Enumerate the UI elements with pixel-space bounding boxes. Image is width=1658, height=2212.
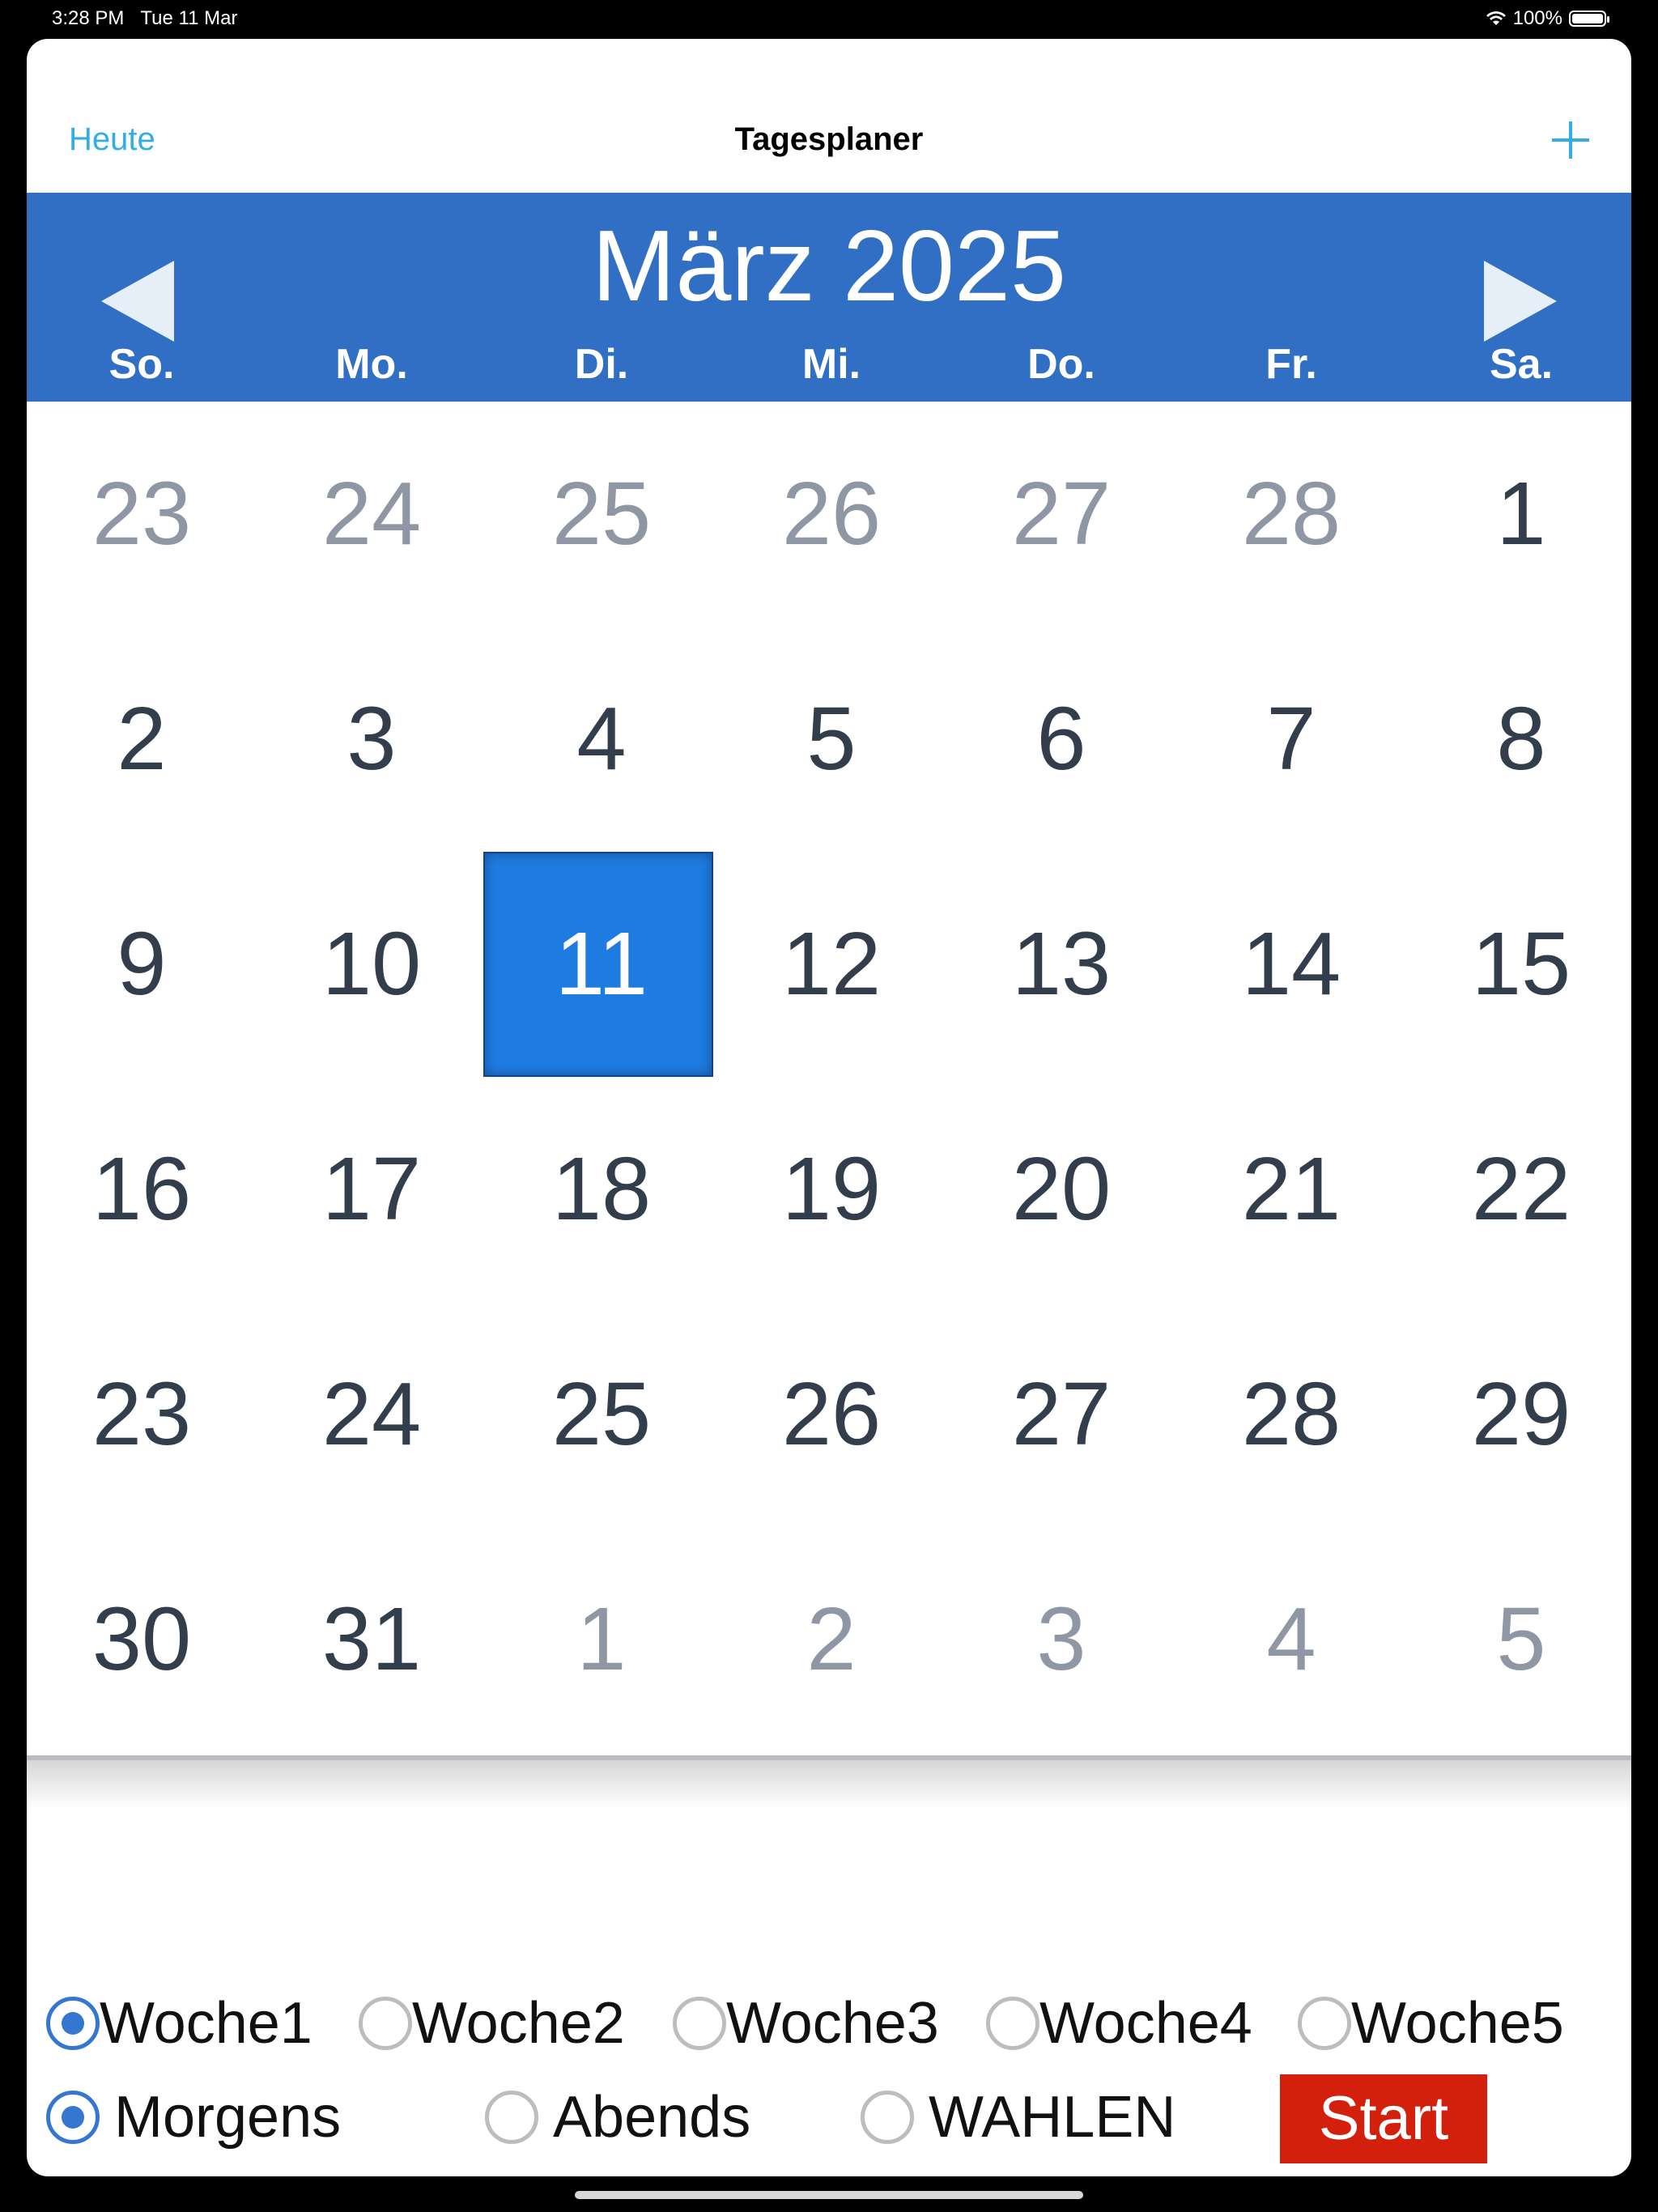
calendar-day-other-month[interactable]: 2 bbox=[716, 1527, 946, 1752]
radio-button[interactable] bbox=[1298, 1997, 1351, 2050]
weekday-label: Di. bbox=[574, 341, 629, 388]
battery-icon bbox=[1569, 11, 1609, 27]
calendar-day[interactable]: 10 bbox=[257, 852, 487, 1077]
status-right: 100% bbox=[1486, 7, 1609, 30]
calendar-day-other-month[interactable]: 1 bbox=[487, 1527, 716, 1752]
week-option-2[interactable]: Woche2 bbox=[359, 1990, 625, 2057]
calendar-day[interactable]: 9 bbox=[27, 852, 257, 1077]
status-date-text: Tue 11 Mar bbox=[140, 7, 238, 29]
radio-button[interactable] bbox=[986, 1997, 1039, 2050]
week-option-5[interactable]: Woche5 bbox=[1298, 1990, 1564, 2057]
calendar-day[interactable]: 8 bbox=[1406, 627, 1631, 852]
status-bar: 3:28 PM Tue 11 Mar 100% bbox=[0, 0, 1658, 39]
calendar-day[interactable]: 5 bbox=[716, 627, 946, 852]
calendar-day[interactable]: 15 bbox=[1406, 852, 1631, 1077]
week-option-label: Woche3 bbox=[726, 1991, 939, 2056]
calendar-day[interactable]: 12 bbox=[716, 852, 946, 1077]
radio-button[interactable] bbox=[673, 1997, 726, 2050]
calendar-day[interactable]: 22 bbox=[1406, 1077, 1631, 1302]
calendar-day[interactable]: 18 bbox=[487, 1077, 716, 1302]
calendar-day[interactable]: 31 bbox=[257, 1527, 487, 1752]
weekday-label: Sa. bbox=[1489, 341, 1554, 388]
calendar-day[interactable]: 16 bbox=[27, 1077, 257, 1302]
next-month-icon[interactable] bbox=[1484, 261, 1557, 342]
weekday-label: Mi. bbox=[801, 341, 861, 388]
time-option-label: Abends bbox=[553, 2085, 751, 2150]
calendar-day[interactable]: 14 bbox=[1176, 852, 1406, 1077]
week-option-label: Woche2 bbox=[412, 1991, 625, 2056]
calendar-day[interactable]: 21 bbox=[1176, 1077, 1406, 1302]
calendar-day[interactable]: 27 bbox=[946, 1302, 1176, 1527]
battery-percent: 100% bbox=[1512, 7, 1562, 29]
weekday-label: Do. bbox=[1027, 341, 1095, 388]
page-title: Tagesplaner bbox=[734, 121, 924, 157]
calendar-day[interactable]: 6 bbox=[946, 627, 1176, 852]
calendar-day[interactable]: 28 bbox=[1176, 1302, 1406, 1527]
calendar-day[interactable]: 7 bbox=[1176, 627, 1406, 852]
calendar-day-other-month[interactable]: 4 bbox=[1176, 1527, 1406, 1752]
time-option-wahlen[interactable]: WAHLEN bbox=[861, 2084, 1175, 2150]
calendar-day[interactable]: 3 bbox=[257, 627, 487, 852]
calendar-day[interactable]: 23 bbox=[27, 1302, 257, 1527]
week-option-label: Woche4 bbox=[1039, 1991, 1252, 2056]
time-option-label: WAHLEN bbox=[929, 2085, 1176, 2150]
radio-button[interactable] bbox=[359, 1997, 412, 2050]
calendar-grid: 23 24 25 26 27 28 1 2 3 4 5 6 7 8 9 10 11 12 13 14 15 16 17 18 1… bbox=[27, 402, 1631, 1794]
radio-button[interactable] bbox=[861, 2091, 914, 2144]
plus-icon[interactable] bbox=[1552, 121, 1589, 159]
calendar-day[interactable]: 4 bbox=[487, 627, 716, 852]
weekday-label: So. bbox=[108, 341, 175, 388]
calendar-day[interactable]: 2 bbox=[27, 627, 257, 852]
calendar-day[interactable]: 17 bbox=[257, 1077, 487, 1302]
time-option-morgens[interactable]: Morgens bbox=[46, 2084, 341, 2150]
time-option-label: Morgens bbox=[114, 2085, 342, 2150]
calendar-day[interactable]: 13 bbox=[946, 852, 1176, 1077]
home-indicator bbox=[575, 2191, 1083, 2199]
calendar-day[interactable]: 25 bbox=[487, 1302, 716, 1527]
planner-sheet: Heute Tagesplaner März 2025 So. Mo. Di. Mi.… bbox=[27, 39, 1631, 2176]
calendar-day-other-month[interactable]: 24 bbox=[257, 402, 487, 627]
start-button[interactable]: Start bbox=[1280, 2074, 1487, 2163]
navigation-bar: Heute Tagesplaner bbox=[27, 39, 1631, 193]
calendar-day[interactable]: 24 bbox=[257, 1302, 487, 1527]
calendar-day[interactable]: 30 bbox=[27, 1527, 257, 1752]
week-option-label: Woche5 bbox=[1351, 1991, 1564, 2056]
weekday-label: Mo. bbox=[335, 341, 408, 388]
calendar-day[interactable]: 20 bbox=[946, 1077, 1176, 1302]
radio-button[interactable] bbox=[485, 2091, 538, 2144]
status-time: 3:28 PM Tue 11 Mar bbox=[52, 7, 237, 30]
calendar-day-other-month[interactable]: 26 bbox=[716, 402, 946, 627]
calendar-day[interactable]: 29 bbox=[1406, 1302, 1631, 1527]
calendar-day[interactable]: 26 bbox=[716, 1302, 946, 1527]
month-title: März 2025 bbox=[592, 211, 1066, 322]
calendar-header: März 2025 So. Mo. Di. Mi. Do. Fr. Sa. bbox=[27, 193, 1631, 402]
calendar-day-other-month[interactable]: 5 bbox=[1406, 1527, 1631, 1752]
weekday-label: Fr. bbox=[1265, 341, 1317, 388]
calendar-day-other-month[interactable]: 25 bbox=[487, 402, 716, 627]
time-option-abends[interactable]: Abends bbox=[485, 2084, 750, 2150]
status-time-text: 3:28 PM bbox=[52, 7, 125, 29]
weekday-header: So. Mo. Di. Mi. Do. Fr. Sa. bbox=[27, 340, 1631, 389]
calendar-day-other-month[interactable]: 27 bbox=[946, 402, 1176, 627]
wifi-icon bbox=[1486, 11, 1506, 25]
calendar-day[interactable]: 19 bbox=[716, 1077, 946, 1302]
week-option-3[interactable]: Woche3 bbox=[673, 1990, 939, 2057]
grid-shadow bbox=[27, 1760, 1631, 1809]
calendar-day[interactable]: 1 bbox=[1406, 402, 1631, 627]
week-option-4[interactable]: Woche4 bbox=[986, 1990, 1252, 2057]
calendar-day-other-month[interactable]: 28 bbox=[1176, 402, 1406, 627]
radio-button[interactable] bbox=[46, 1997, 100, 2050]
calendar-day[interactable]: 11 bbox=[487, 852, 716, 1077]
calendar-day-other-month[interactable]: 3 bbox=[946, 1527, 1176, 1752]
week-option-label: Woche1 bbox=[100, 1991, 312, 2056]
week-option-1[interactable]: Woche1 bbox=[46, 1990, 312, 2057]
calendar-day-other-month[interactable]: 23 bbox=[27, 402, 257, 627]
radio-button[interactable] bbox=[46, 2091, 100, 2144]
